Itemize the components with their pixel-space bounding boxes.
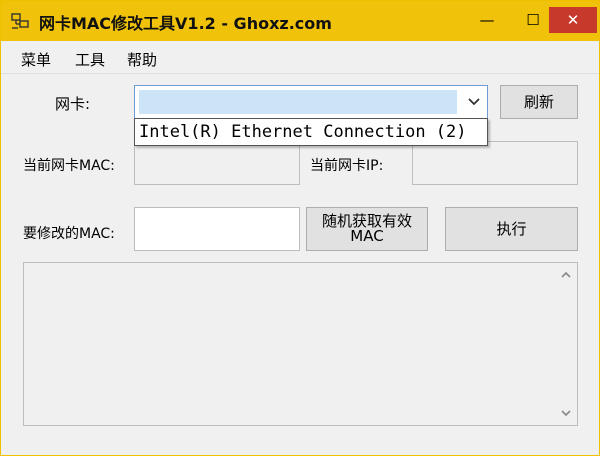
menu-item-help[interactable]: 帮助 xyxy=(127,49,157,70)
refresh-button[interactable]: 刷新 xyxy=(500,85,578,119)
network-icon xyxy=(11,13,29,29)
close-icon: ✕ xyxy=(566,11,580,29)
scroll-down-icon[interactable] xyxy=(559,407,573,419)
title-bar[interactable]: 网卡MAC修改工具V1.2 - Ghoxz.com — ☐ ✕ xyxy=(1,1,599,41)
current-ip-field[interactable] xyxy=(412,141,578,185)
menu-item-tools[interactable]: 工具 xyxy=(75,49,105,70)
random-mac-button[interactable]: 随机获取有效 MAC xyxy=(306,207,428,251)
window-title: 网卡MAC修改工具V1.2 - Ghoxz.com xyxy=(39,14,332,33)
log-output[interactable] xyxy=(23,262,578,426)
close-button[interactable]: ✕ xyxy=(549,7,597,33)
current-mac-label: 当前网卡MAC: xyxy=(23,158,115,174)
modify-mac-label: 要修改的MAC: xyxy=(23,226,115,242)
maximize-icon: ☐ xyxy=(526,11,540,29)
minimize-icon: — xyxy=(479,11,495,29)
menu-item-menu[interactable]: 菜单 xyxy=(21,49,51,70)
menu-bar: 菜单 工具 帮助 xyxy=(1,43,599,74)
execute-button[interactable]: 执行 xyxy=(445,207,578,251)
nic-dropdown-list: Intel(R) Ethernet Connection (2) xyxy=(134,118,488,146)
new-mac-input[interactable] xyxy=(134,207,300,251)
nic-option[interactable]: Intel(R) Ethernet Connection (2) xyxy=(139,122,467,142)
scroll-up-icon[interactable] xyxy=(559,269,573,281)
nic-select-value xyxy=(139,90,457,114)
nic-label: 网卡: xyxy=(55,95,91,113)
minimize-button[interactable]: — xyxy=(464,7,510,33)
current-mac-field[interactable] xyxy=(134,141,300,185)
nic-select[interactable] xyxy=(134,85,488,119)
chevron-down-icon[interactable] xyxy=(465,92,483,112)
app-window: 网卡MAC修改工具V1.2 - Ghoxz.com — ☐ ✕ 菜单 工具 帮助… xyxy=(0,0,600,456)
current-ip-label: 当前网卡IP: xyxy=(310,158,384,174)
